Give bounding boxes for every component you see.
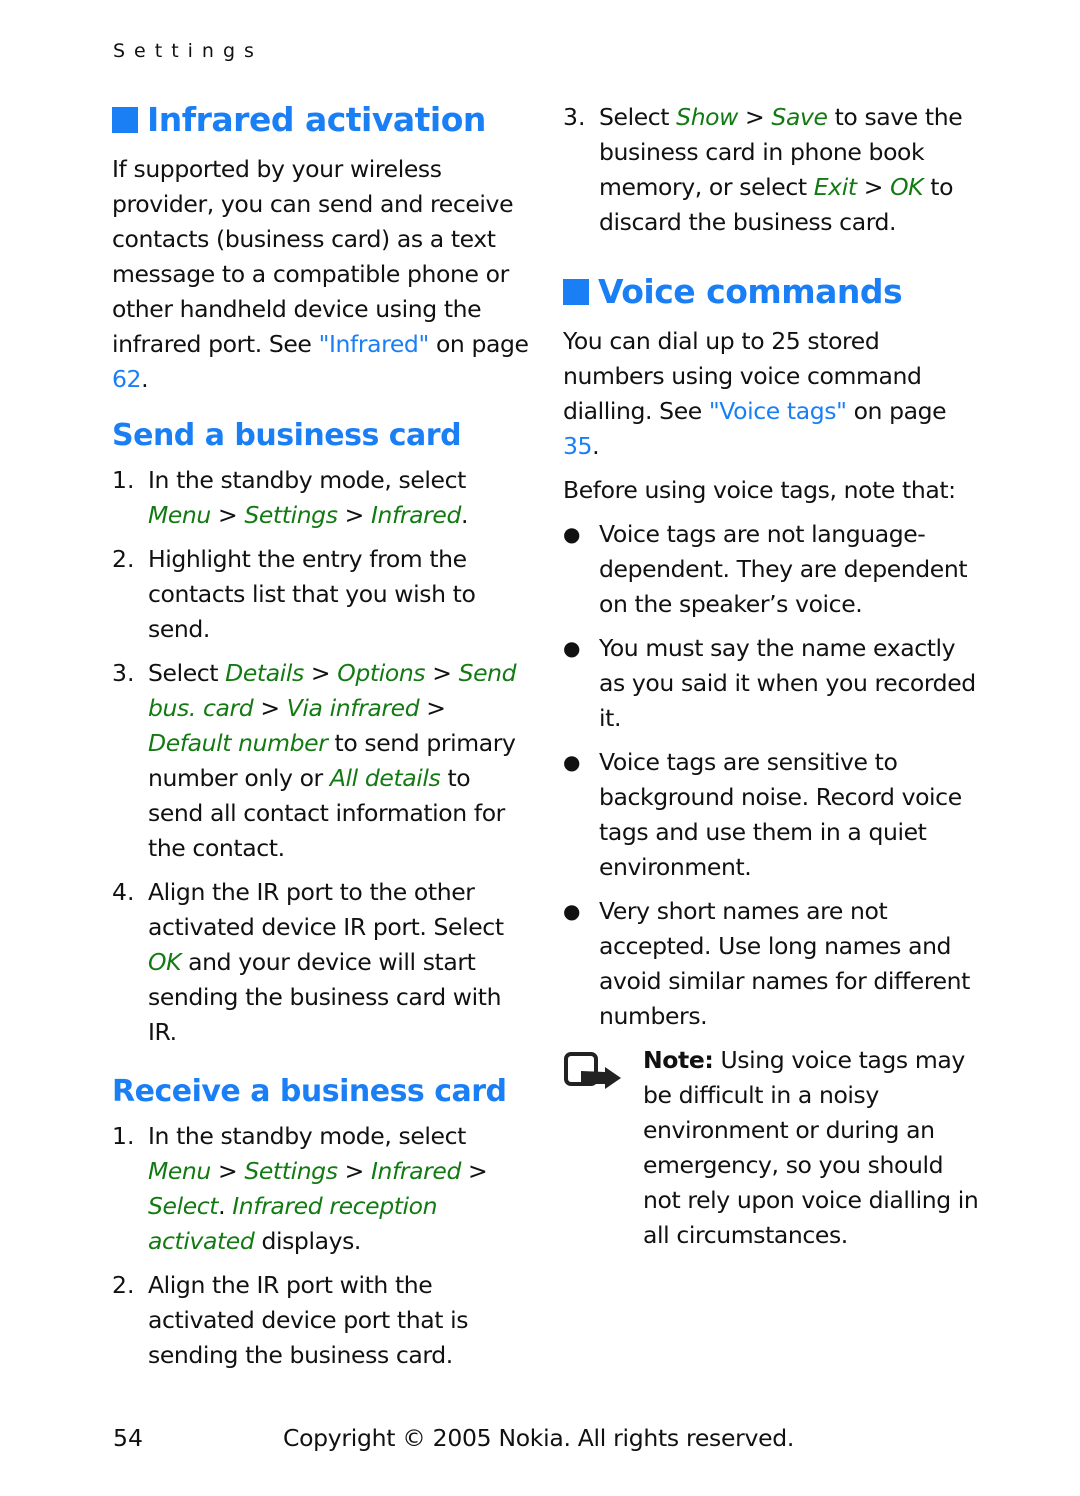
voice-intro: You can dial up to 25 stored numbers usi…: [563, 327, 947, 460]
running-head: Settings: [113, 40, 263, 62]
list-item: 3. Select Show > Save to save the busine…: [563, 103, 963, 236]
list-item: 4. Align the IR port to the other activa…: [112, 878, 504, 1046]
voice-tags-link[interactable]: "Voice tags": [709, 397, 847, 425]
infrared-intro: If supported by your wireless provider, …: [112, 155, 529, 393]
list-item: ● Voice tags are not language-dependent. …: [563, 517, 983, 622]
note-text: Note: Using voice tags may be difficult …: [643, 1046, 979, 1249]
infrared-link[interactable]: "Infrared": [319, 330, 430, 358]
voice-bullets: ● Voice tags are not language-dependent. …: [563, 517, 983, 1034]
receive-steps: 1. In the standby mode, select Menu > Se…: [112, 1119, 532, 1373]
note-icon: [563, 1043, 643, 1253]
list-item: ● Voice tags are sensitive to background …: [563, 745, 983, 885]
bullet-icon: ●: [563, 522, 581, 546]
left-column: Infrared activation If supported by your…: [112, 100, 532, 1382]
heading-infrared-activation: Infrared activation: [112, 100, 532, 139]
list-item: 1. In the standby mode, select Menu > Se…: [112, 466, 469, 529]
list-item: ● Very short names are not accepted. Use …: [563, 894, 983, 1034]
list-item: 3. Select Details > Options > Send bus. …: [112, 659, 517, 862]
list-item: 2. Highlight the entry from the contacts…: [112, 545, 476, 643]
list-item: 2. Align the IR port with the activated …: [112, 1271, 469, 1369]
send-steps: 1. In the standby mode, select Menu > Se…: [112, 463, 532, 1050]
page-62-link[interactable]: 62: [112, 365, 142, 393]
section-square-icon: [563, 278, 589, 305]
heading-send-business-card: Send a business card: [112, 418, 462, 453]
heading-receive-business-card: Receive a business card: [112, 1074, 507, 1109]
receive-steps-continued: 3. Select Show > Save to save the busine…: [563, 100, 983, 240]
ui-settings: Settings: [244, 501, 338, 529]
section-square-icon: [112, 106, 138, 133]
heading-voice-commands: Voice commands: [563, 272, 983, 311]
list-item: 1. In the standby mode, select Menu > Se…: [112, 1122, 488, 1255]
copyright: Copyright © 2005 Nokia. All rights reser…: [283, 1424, 795, 1452]
right-column: 3. Select Show > Save to save the busine…: [563, 100, 983, 1253]
bullet-icon: ●: [563, 636, 581, 660]
voice-before-note: Before using voice tags, note that:: [563, 476, 956, 504]
ui-menu: Menu: [148, 501, 211, 529]
bullet-icon: ●: [563, 899, 581, 923]
bullet-icon: ●: [563, 750, 581, 774]
list-item: ● You must say the name exactly as you sa…: [563, 631, 983, 736]
page-number: 54: [113, 1424, 143, 1452]
page-35-link[interactable]: 35: [563, 432, 593, 460]
ui-infrared: Infrared: [370, 501, 461, 529]
note-box: Note: Using voice tags may be difficult …: [563, 1043, 983, 1253]
